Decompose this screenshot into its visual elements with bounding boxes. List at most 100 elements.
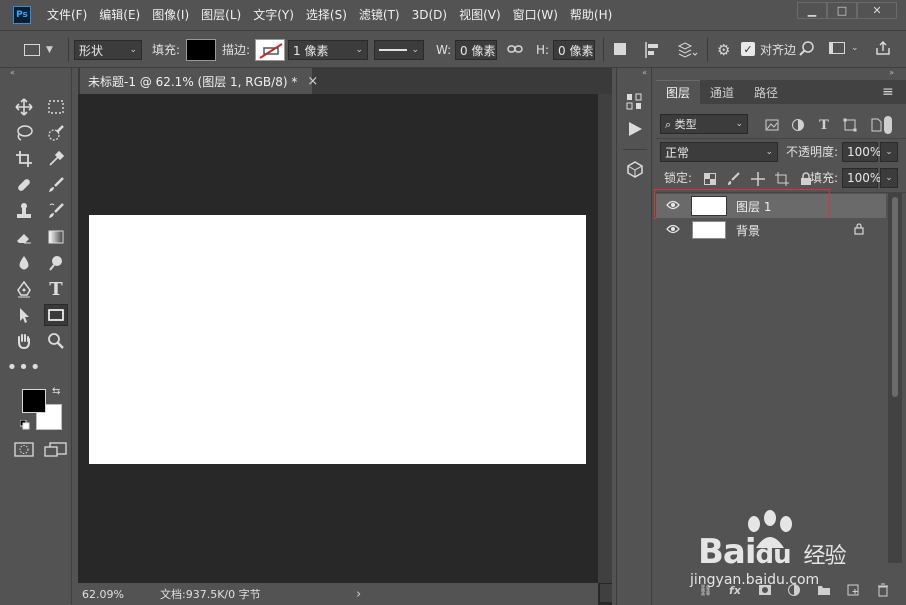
document-tab[interactable]: 未标题-1 @ 62.1% (图层 1, RGB/8) * ×	[80, 68, 318, 94]
close-tab-icon[interactable]: ×	[307, 74, 318, 89]
lock-position-icon[interactable]	[748, 170, 768, 188]
panel-menu-icon[interactable]: ≡	[882, 84, 894, 100]
history-brush-tool-icon[interactable]	[44, 200, 68, 222]
foreground-color-swatch[interactable]	[22, 389, 46, 413]
collapse-arrows-icon[interactable]: »	[656, 68, 906, 78]
screen-mode-icon[interactable]	[44, 442, 68, 461]
swap-colors-icon[interactable]: ⇆	[52, 386, 60, 397]
status-menu-arrow-icon[interactable]: ›	[356, 587, 361, 602]
lock-pixels-icon[interactable]	[724, 170, 744, 188]
tab-layers[interactable]: 图层	[656, 80, 701, 104]
layer-filter-select[interactable]: ⌕ 类型 ⌄	[660, 114, 748, 134]
collapse-arrows-icon[interactable]: «	[8, 68, 72, 78]
tool-preset-picker[interactable]: ▼	[24, 40, 68, 60]
path-alignment-icon[interactable]	[644, 41, 662, 62]
link-icon[interactable]	[507, 42, 523, 59]
menu-item[interactable]: 视图(V)	[453, 0, 507, 30]
layer-row[interactable]: 背景	[656, 218, 886, 242]
layers-scrollbar[interactable]	[888, 193, 902, 563]
mode-select[interactable]: 形状 ⌄	[74, 40, 142, 60]
quick-selection-tool-icon[interactable]	[44, 122, 68, 144]
fill-input[interactable]: 100%	[842, 168, 881, 188]
close-button[interactable]: ✕	[857, 2, 897, 19]
align-edges-checkbox[interactable]: ✓	[741, 42, 755, 56]
menu-item[interactable]: 图像(I)	[146, 0, 195, 30]
menu-item[interactable]: 文件(F)	[41, 0, 93, 30]
healing-brush-tool-icon[interactable]	[12, 174, 36, 196]
brush-tool-icon[interactable]	[44, 174, 68, 196]
restore-button[interactable]: □	[827, 2, 857, 19]
smart-object-filter-icon[interactable]	[866, 116, 886, 134]
lasso-tool-icon[interactable]	[12, 122, 36, 144]
dodge-tool-icon[interactable]	[44, 252, 68, 274]
gear-icon[interactable]: ⚙	[717, 41, 730, 59]
filter-toggle-switch[interactable]	[884, 116, 892, 134]
eraser-tool-icon[interactable]	[12, 226, 36, 248]
width-input[interactable]: 0 像素	[455, 40, 497, 60]
minimize-button[interactable]: ▁	[797, 2, 827, 19]
opacity-input[interactable]: 100%	[842, 142, 881, 162]
scrollbar-thumb[interactable]	[892, 197, 898, 397]
blur-tool-icon[interactable]	[12, 252, 36, 274]
menu-item[interactable]: 滤镜(T)	[353, 0, 406, 30]
path-selection-tool-icon[interactable]	[12, 304, 36, 326]
path-operations-icon[interactable]	[614, 43, 626, 55]
status-bar: 62.09% 文档:937.5K/0 字节 ›	[78, 583, 598, 605]
pixel-filter-icon[interactable]	[762, 116, 782, 134]
eye-icon[interactable]	[666, 223, 680, 237]
actions-play-icon[interactable]	[629, 122, 642, 136]
document-canvas[interactable]	[89, 215, 586, 464]
lock-transparency-icon[interactable]	[700, 170, 720, 188]
quick-mask-icon[interactable]	[14, 442, 34, 461]
menu-item[interactable]: 窗口(W)	[507, 0, 564, 30]
menu-item[interactable]: 文字(Y)	[247, 0, 300, 30]
eyedropper-tool-icon[interactable]	[44, 148, 68, 170]
hand-tool-icon[interactable]	[12, 330, 36, 352]
tab-label: 通道	[710, 85, 735, 100]
filter-search-icon: ⌕ 类型	[665, 118, 697, 131]
type-filter-icon[interactable]: T	[814, 116, 834, 134]
history-panel-icon[interactable]	[625, 92, 643, 115]
vertical-scrollbar[interactable]	[598, 94, 612, 583]
menu-item[interactable]: 3D(D)	[406, 0, 453, 30]
divider	[603, 38, 604, 62]
stroke-swatch[interactable]	[255, 39, 285, 61]
share-icon[interactable]	[875, 40, 891, 59]
fill-swatch[interactable]	[186, 39, 216, 61]
stroke-width-field[interactable]: 1 像素 ⌄	[288, 40, 368, 60]
3d-panel-icon[interactable]	[625, 160, 645, 183]
blend-mode-select[interactable]: 正常 ⌄	[660, 142, 778, 162]
search-icon[interactable]	[799, 41, 815, 60]
move-tool-icon[interactable]	[12, 96, 36, 118]
no-stroke-icon	[259, 43, 283, 59]
adjustment-filter-icon[interactable]	[788, 116, 808, 134]
opacity-dropdown[interactable]: ⌄	[880, 142, 898, 162]
clone-stamp-tool-icon[interactable]	[12, 200, 36, 222]
path-arrangement-icon[interactable]	[676, 41, 698, 62]
stroke-type-select[interactable]: ⌄	[374, 40, 424, 60]
default-colors-icon[interactable]	[19, 419, 30, 430]
gradient-tool-icon[interactable]	[44, 226, 68, 248]
layer-name[interactable]: 背景	[736, 222, 854, 239]
menu-item[interactable]: 编辑(E)	[93, 0, 146, 30]
rectangle-tool-icon[interactable]	[44, 304, 68, 326]
shape-filter-icon[interactable]	[840, 116, 860, 134]
tab-channels[interactable]: 通道	[700, 80, 744, 104]
workspace-switcher[interactable]: ⌄	[829, 42, 859, 54]
pen-tool-icon[interactable]	[12, 278, 36, 300]
tab-paths[interactable]: 路径	[744, 80, 788, 104]
height-input[interactable]: 0 像素	[553, 40, 595, 60]
more-tools-icon[interactable]: •••	[7, 356, 41, 378]
chevron-down-icon: ⌄	[735, 119, 743, 129]
zoom-level[interactable]: 62.09%	[82, 588, 130, 601]
marquee-tool-icon[interactable]	[44, 96, 68, 118]
menu-item[interactable]: 帮助(H)	[564, 0, 618, 30]
menu-item[interactable]: 图层(L)	[195, 0, 247, 30]
zoom-tool-icon[interactable]	[44, 330, 68, 352]
collapse-arrows-icon[interactable]: «	[617, 68, 651, 78]
menu-item[interactable]: 选择(S)	[300, 0, 353, 30]
crop-tool-icon[interactable]	[12, 148, 36, 170]
type-tool-icon[interactable]: T	[44, 278, 68, 300]
lock-artboard-icon[interactable]	[772, 170, 792, 188]
fill-dropdown[interactable]: ⌄	[880, 168, 898, 188]
